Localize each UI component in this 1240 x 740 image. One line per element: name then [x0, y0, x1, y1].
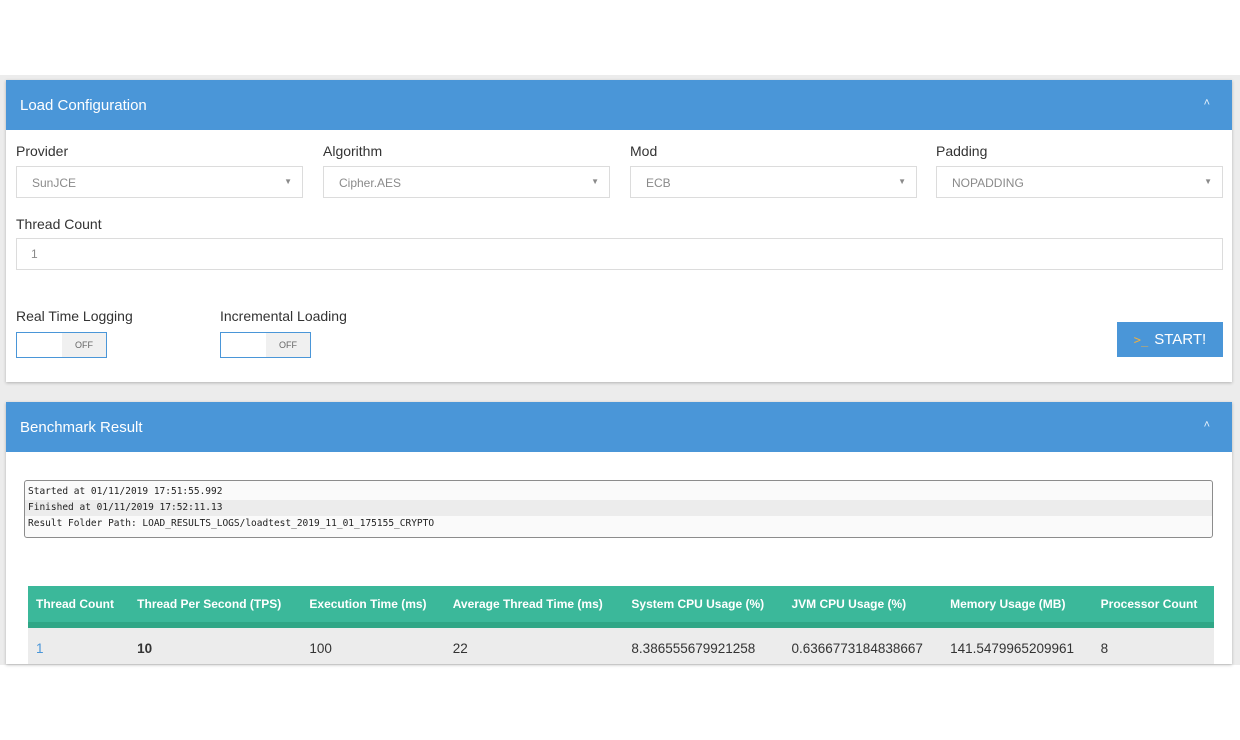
incremental-loading-label: Incremental Loading	[220, 308, 347, 324]
load-configuration-header[interactable]: Load Configuration ˄	[6, 80, 1232, 130]
chevron-down-icon: ▼	[1204, 177, 1212, 186]
table-cell: 8	[1092, 625, 1214, 664]
algorithm-select-value: Cipher.AES	[339, 176, 402, 190]
thread-count-input[interactable]	[16, 238, 1223, 270]
toggle-knob	[17, 333, 63, 357]
column-header[interactable]: Thread Per Second (TPS)	[129, 586, 302, 628]
mod-label: Mod	[630, 143, 658, 159]
chevron-down-icon: ▼	[284, 177, 292, 186]
column-header[interactable]: Processor Count	[1092, 586, 1214, 628]
provider-select[interactable]: SunJCE ▼	[16, 166, 303, 198]
chevron-down-icon: ▼	[898, 177, 906, 186]
column-header[interactable]: Memory Usage (MB)	[942, 586, 1093, 628]
start-button[interactable]: >_ START!	[1117, 322, 1223, 357]
real-time-logging-toggle[interactable]: OFF	[16, 332, 107, 358]
table-cell: 100	[301, 625, 445, 664]
start-button-label: START!	[1154, 331, 1207, 348]
chevron-up-icon[interactable]: ˄	[1204, 419, 1210, 431]
provider-select-value: SunJCE	[32, 176, 77, 190]
load-configuration-title: Load Configuration	[20, 97, 147, 114]
incremental-loading-toggle[interactable]: OFF	[220, 332, 311, 358]
thread-count-label: Thread Count	[16, 216, 102, 232]
column-header[interactable]: Average Thread Time (ms)	[444, 586, 624, 628]
column-header[interactable]: Thread Count	[28, 586, 130, 628]
benchmark-result-panel: Benchmark Result ˄ Started at 01/11/2019…	[6, 402, 1232, 664]
chevron-up-icon[interactable]: ˄	[1204, 97, 1210, 109]
padding-label: Padding	[936, 143, 988, 159]
log-line: Started at 01/11/2019 17:51:55.992	[28, 486, 223, 497]
log-line: Result Folder Path: LOAD_RESULTS_LOGS/lo…	[28, 518, 435, 529]
table-header-row: Thread Count Thread Per Second (TPS) Exe…	[28, 586, 1214, 628]
algorithm-select[interactable]: Cipher.AES ▼	[323, 166, 610, 198]
column-header[interactable]: JVM CPU Usage (%)	[783, 586, 943, 628]
thread-count-link[interactable]: 1	[28, 625, 130, 664]
mod-select-value: ECB	[646, 176, 671, 190]
table-row: 1 10 100 22 8.386555679921258 0.63667731…	[28, 625, 1214, 664]
benchmark-result-title: Benchmark Result	[20, 419, 143, 436]
chevron-down-icon: ▼	[591, 177, 599, 186]
table-cell: 141.5479965209961	[942, 625, 1093, 664]
table-cell: 22	[444, 625, 624, 664]
algorithm-label: Algorithm	[323, 143, 383, 159]
real-time-logging-label: Real Time Logging	[16, 308, 133, 324]
toggle-knob	[221, 333, 267, 357]
benchmark-result-header[interactable]: Benchmark Result ˄	[6, 402, 1232, 452]
table-cell: 10	[129, 625, 302, 664]
padding-select-value: NOPADDING	[952, 176, 1024, 190]
table-cell: 8.386555679921258	[623, 625, 784, 664]
table-cell: 0.6366773184838667	[783, 625, 943, 664]
load-configuration-panel: Load Configuration ˄ Provider SunJCE ▼ A…	[6, 80, 1232, 382]
benchmark-log-box: Started at 01/11/2019 17:51:55.992 Finis…	[24, 480, 1213, 538]
log-line: Finished at 01/11/2019 17:52:11.13	[25, 500, 1212, 516]
toggle-state: OFF	[266, 333, 310, 357]
terminal-icon: >_	[1133, 333, 1149, 347]
column-header[interactable]: Execution Time (ms)	[301, 586, 445, 628]
mod-select[interactable]: ECB ▼	[630, 166, 917, 198]
toggle-state: OFF	[62, 333, 106, 357]
column-header[interactable]: System CPU Usage (%)	[623, 586, 784, 628]
provider-label: Provider	[16, 143, 69, 159]
padding-select[interactable]: NOPADDING ▼	[936, 166, 1223, 198]
benchmark-result-table: Thread Count Thread Per Second (TPS) Exe…	[28, 586, 1214, 664]
